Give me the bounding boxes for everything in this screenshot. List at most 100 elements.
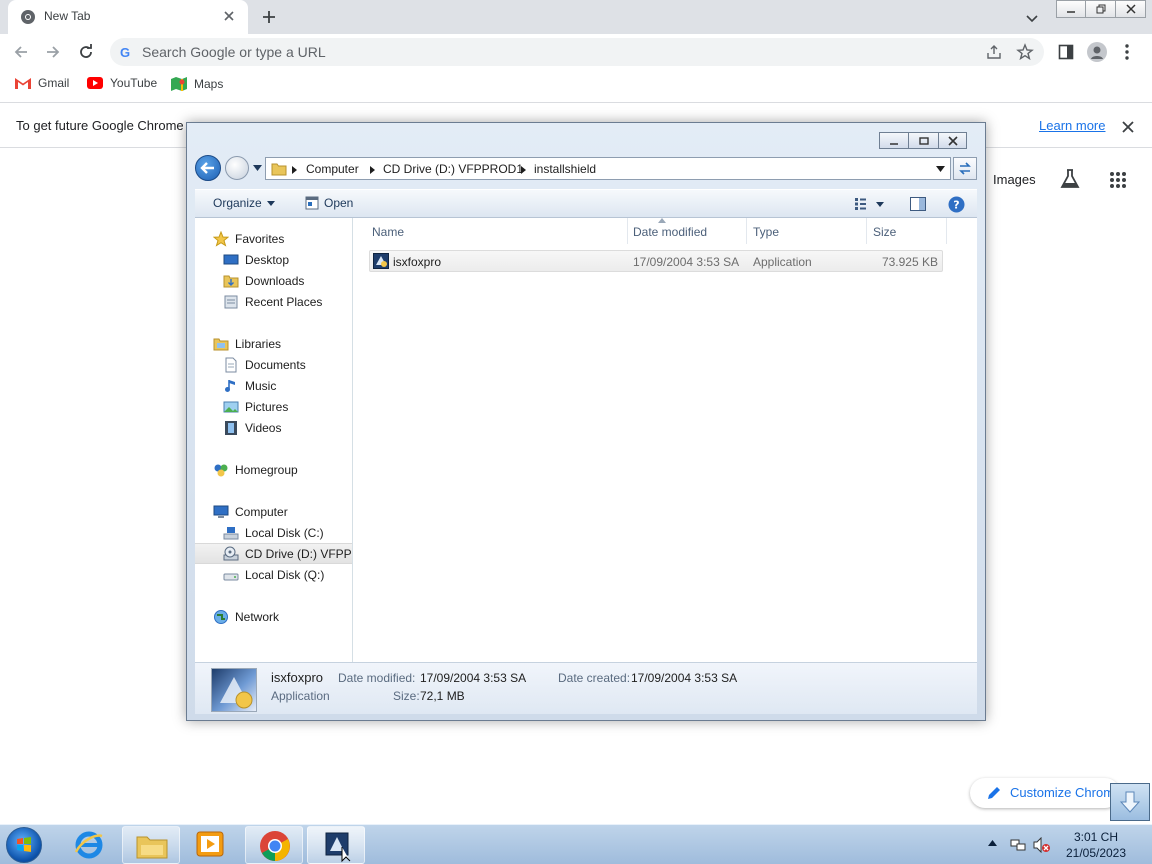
close-tab-icon[interactable] (222, 9, 236, 23)
address-bar[interactable]: Computer CD Drive (D:) VFPPROD1 installs… (265, 157, 951, 180)
taskbar-clock[interactable]: 3:01 CH 21/05/2023 (1058, 829, 1134, 861)
minimize-button[interactable] (1056, 0, 1086, 18)
start-button[interactable] (6, 827, 42, 863)
nav-videos[interactable]: Videos (195, 417, 352, 438)
breadcrumb-cd-drive[interactable]: CD Drive (D:) VFPPROD1 (383, 162, 523, 176)
tab-new-tab[interactable]: New Tab (8, 0, 248, 34)
nav-documents[interactable]: Documents (195, 354, 352, 375)
close-window-button[interactable] (1116, 0, 1146, 18)
learn-more-link[interactable]: Learn more (1039, 118, 1105, 133)
column-name[interactable]: Name (372, 225, 404, 239)
volume-muted-icon[interactable] (1033, 837, 1051, 853)
network-globe-icon (214, 609, 228, 624)
folder-icon (271, 162, 287, 176)
omnibox[interactable]: G Search Google or type a URL (110, 38, 1044, 66)
customize-chrome-button[interactable]: Customize Chrome (970, 778, 1122, 808)
download-arrow-icon[interactable] (1110, 783, 1150, 821)
clock-date: 21/05/2023 (1065, 846, 1127, 860)
taskbar-explorer-button[interactable] (122, 826, 180, 864)
breadcrumb-installshield[interactable]: installshield (534, 162, 596, 176)
nav-pictures[interactable]: Pictures (195, 396, 352, 417)
internet-explorer-icon[interactable] (72, 828, 106, 862)
bookmark-gmail[interactable]: Gmail (14, 76, 69, 90)
refresh-icon[interactable] (953, 157, 977, 180)
file-row-isxfoxpro[interactable]: isxfoxpro 17/09/2004 3:53 SA Application… (369, 250, 943, 272)
organize-button[interactable]: Organize (213, 196, 275, 210)
bookmark-star-icon[interactable] (1016, 43, 1034, 61)
network-status-icon[interactable] (1010, 837, 1026, 853)
taskbar-chrome-button[interactable] (245, 826, 303, 864)
chrome-menu-icon[interactable] (1124, 43, 1130, 61)
taskbar-installer-button[interactable] (307, 826, 365, 864)
nav-favorites[interactable]: Favorites (195, 228, 352, 249)
navigation-pane[interactable]: Favorites Desktop Downloads Recent Place… (195, 218, 353, 662)
nav-local-disk-q[interactable]: Local Disk (Q:) (195, 564, 352, 585)
details-file-type: Application (271, 689, 330, 703)
address-dropdown-icon[interactable] (936, 166, 945, 172)
images-link[interactable]: Images (993, 172, 1036, 187)
new-tab-icon[interactable] (260, 8, 278, 26)
nav-libraries[interactable]: Libraries (195, 333, 352, 354)
nav-homegroup[interactable]: Homegroup (195, 459, 352, 480)
open-app-icon (305, 196, 319, 210)
customize-chrome-label: Customize Chrome (1010, 785, 1122, 800)
nav-computer[interactable]: Computer (195, 501, 352, 522)
infobar-text: To get future Google Chrome (16, 118, 184, 133)
side-panel-icon[interactable] (1058, 44, 1074, 60)
explorer-back-icon[interactable] (195, 155, 221, 181)
breadcrumb-arrow-icon[interactable] (370, 166, 375, 174)
nav-local-disk-c[interactable]: Local Disk (C:) (195, 522, 352, 543)
installer-app-icon (325, 832, 351, 863)
bookmark-youtube[interactable]: YouTube (86, 76, 157, 90)
breadcrumb-computer[interactable]: Computer (306, 162, 359, 176)
clock-time: 3:01 CH (1073, 830, 1119, 844)
open-button[interactable]: Open (305, 196, 353, 210)
explorer-forward-icon[interactable] (225, 156, 249, 180)
back-icon[interactable] (12, 43, 30, 61)
nav-downloads[interactable]: Downloads (195, 270, 352, 291)
reload-icon[interactable] (77, 43, 95, 61)
column-divider[interactable] (627, 218, 628, 244)
share-icon[interactable] (986, 44, 1002, 60)
explorer-maximize-button[interactable] (909, 132, 939, 149)
labs-flask-icon[interactable] (1060, 168, 1080, 190)
nav-desktop[interactable]: Desktop (195, 249, 352, 270)
google-apps-icon[interactable] (1109, 171, 1127, 189)
explorer-minimize-button[interactable] (879, 132, 909, 149)
column-divider[interactable] (746, 218, 747, 244)
breadcrumb-arrow-icon[interactable] (521, 166, 526, 174)
windows-disk-icon (223, 526, 239, 539)
bookmark-maps[interactable]: Maps (170, 76, 223, 92)
gmail-icon (14, 76, 32, 90)
breadcrumb-arrow-icon[interactable] (292, 166, 297, 174)
desktop-icon (223, 254, 239, 264)
sort-ascending-icon (658, 218, 666, 223)
forward-icon[interactable] (44, 43, 62, 61)
details-size-value: 72,1 MB (420, 689, 465, 703)
nav-music[interactable]: Music (195, 375, 352, 396)
profile-avatar-icon[interactable] (1087, 42, 1107, 62)
column-divider[interactable] (946, 218, 947, 244)
documents-icon (225, 357, 237, 372)
file-type: Application (753, 255, 812, 269)
recent-pages-chevron-icon[interactable] (253, 165, 262, 171)
nav-recent-places[interactable]: Recent Places (195, 291, 352, 312)
column-date-modified[interactable]: Date modified (633, 225, 707, 239)
nav-cd-drive[interactable]: CD Drive (D:) VFPPR (195, 543, 352, 564)
explorer-close-button[interactable] (939, 132, 967, 149)
details-created-label: Date created: (558, 671, 631, 685)
libraries-icon (213, 338, 229, 350)
column-size[interactable]: Size (873, 225, 896, 239)
restore-button[interactable] (1086, 0, 1116, 18)
nav-network[interactable]: Network (195, 606, 352, 627)
help-icon[interactable]: ? (948, 196, 965, 213)
show-hidden-icons-icon[interactable] (988, 840, 997, 846)
tab-search-chevron-icon[interactable] (1024, 10, 1040, 26)
change-view-button[interactable] (855, 198, 884, 210)
column-divider[interactable] (866, 218, 867, 244)
media-player-icon[interactable] (195, 828, 227, 862)
column-type[interactable]: Type (753, 225, 779, 239)
preview-pane-icon[interactable] (910, 197, 926, 211)
computer-icon (213, 505, 229, 518)
infobar-close-icon[interactable] (1121, 120, 1135, 134)
